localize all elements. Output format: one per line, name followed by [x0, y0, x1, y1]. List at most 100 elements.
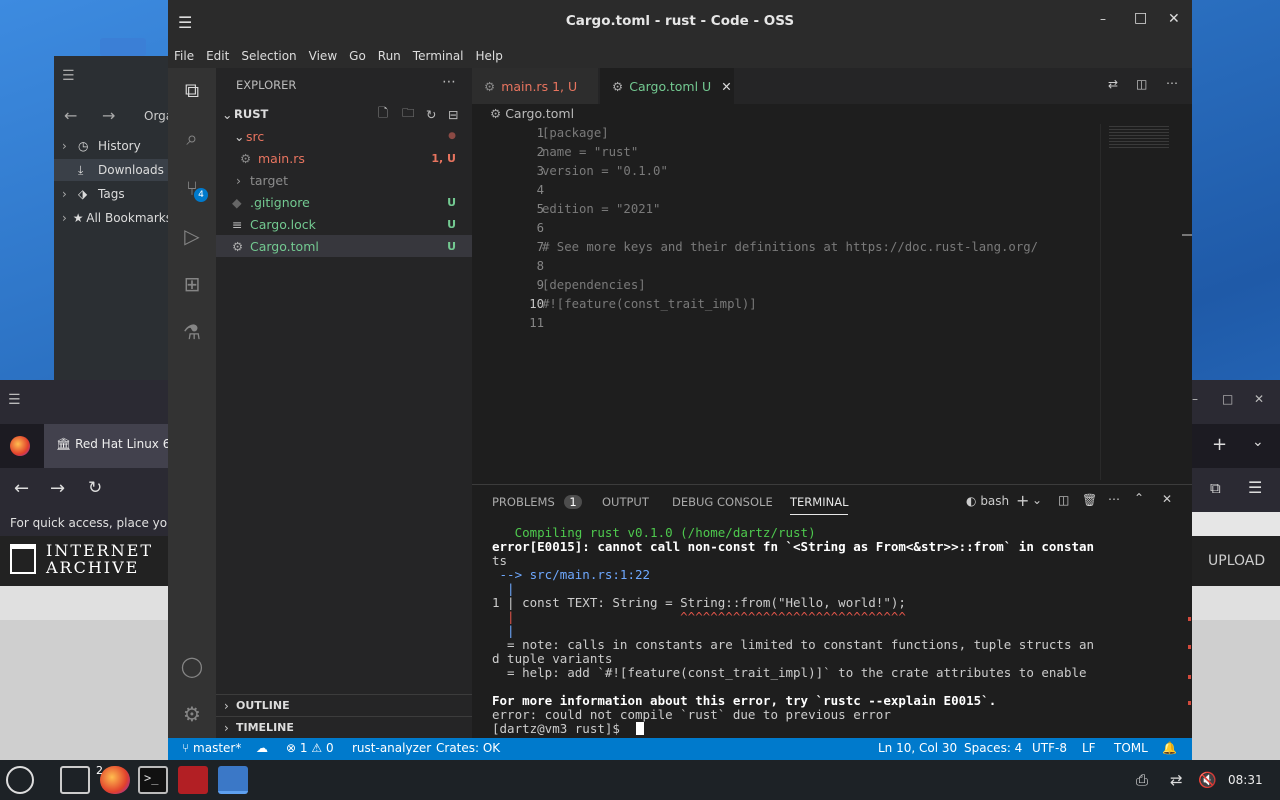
dolphin-task-icon[interactable]: [60, 766, 90, 794]
app-red-task-icon[interactable]: [178, 766, 208, 794]
explorer-icon[interactable]: ⧉: [180, 78, 204, 102]
gear-icon[interactable]: ⚙: [180, 702, 204, 726]
hamburger-menu-icon[interactable]: ☰: [1248, 478, 1262, 497]
terminal-line: --> src/main.rs:1:22: [492, 567, 651, 582]
cursor-position[interactable]: Ln 10, Col 30: [878, 741, 957, 755]
bell-icon[interactable]: 🔔: [1162, 741, 1177, 755]
close-tab-icon[interactable]: ✕: [721, 79, 731, 94]
hamburger-menu-icon[interactable]: ☰: [62, 68, 75, 84]
more-actions-icon[interactable]: ⋯: [442, 74, 456, 90]
menu-edit[interactable]: Edit: [206, 49, 229, 63]
more-actions-icon[interactable]: ⋯: [1166, 76, 1178, 90]
hamburger-menu-icon[interactable]: ☰: [8, 392, 21, 408]
desktop-folder-icon[interactable]: [100, 38, 146, 56]
back-arrow-icon[interactable]: ←: [64, 106, 77, 125]
run-debug-icon[interactable]: ▷: [180, 224, 204, 248]
chevron-down-icon[interactable]: ⌄: [1032, 493, 1042, 507]
chevron-down-icon[interactable]: ⌄: [1252, 434, 1264, 450]
tab-problems[interactable]: PROBLEMS 1: [492, 495, 582, 509]
maximize-icon[interactable]: □: [1222, 392, 1233, 406]
tree-item-cargo-lock[interactable]: ≡ Cargo.lock U: [216, 213, 472, 235]
forward-arrow-icon[interactable]: →: [102, 106, 115, 125]
timeline-section[interactable]: › TIMELINE: [216, 716, 472, 738]
places-item-history[interactable]: › ◷ History: [54, 135, 172, 157]
tab-main-rs[interactable]: ⚙ main.rs 1, U: [472, 68, 598, 104]
split-editor-icon[interactable]: ◫: [1136, 77, 1147, 91]
menu-file[interactable]: File: [174, 49, 194, 63]
search-icon[interactable]: ⌕: [180, 126, 204, 150]
extensions-icon[interactable]: ⊞: [180, 272, 204, 296]
places-item-tags[interactable]: › ⬗ Tags: [54, 183, 172, 205]
line-ending[interactable]: LF: [1082, 741, 1096, 755]
testing-flask-icon[interactable]: ⚗: [180, 320, 204, 344]
tab-terminal[interactable]: TERMINAL: [790, 495, 849, 515]
rust-analyzer-status[interactable]: rust-analyzer: [352, 741, 431, 755]
close-icon[interactable]: ✕: [1168, 11, 1180, 27]
menu-terminal[interactable]: Terminal: [413, 49, 464, 63]
maximize-icon[interactable]: □: [1134, 10, 1147, 26]
indentation[interactable]: Spaces: 4: [964, 741, 1022, 755]
maximize-panel-icon[interactable]: ⌃: [1134, 491, 1144, 505]
places-item-bookmarks[interactable]: › ★ All Bookmarks: [54, 207, 172, 229]
terminal-shell-selector[interactable]: ◐ bash: [966, 494, 1009, 508]
terminal-output[interactable]: Compiling rust v0.1.0 (/home/dartz/rust)…: [472, 525, 1178, 739]
terminal-scrollbar[interactable]: [1182, 525, 1192, 735]
new-file-icon[interactable]: 🗋: [378, 104, 388, 125]
refresh-icon[interactable]: ↻: [426, 107, 436, 122]
more-actions-icon[interactable]: ⋯: [1108, 492, 1120, 506]
menu-run[interactable]: Run: [378, 49, 401, 63]
menu-go[interactable]: Go: [349, 49, 366, 63]
volume-muted-icon[interactable]: 🔇: [1198, 771, 1217, 789]
trash-icon[interactable]: 🗑: [1082, 493, 1097, 507]
workspace-root[interactable]: ⌄ RUST 🗋 🗀 ↻ ⊟: [216, 103, 472, 125]
minimap[interactable]: [1100, 124, 1182, 480]
sync-icon[interactable]: ☁: [256, 741, 268, 755]
tab-cargo-toml[interactable]: ⚙ Cargo.toml U ✕: [600, 68, 734, 104]
network-icon[interactable]: ⇄: [1170, 771, 1183, 789]
vscode-task-icon[interactable]: [218, 766, 248, 794]
outline-section[interactable]: › OUTLINE: [216, 694, 472, 716]
back-arrow-icon[interactable]: ←: [14, 478, 29, 499]
account-icon[interactable]: ◯: [180, 654, 204, 678]
problems-status[interactable]: ⊗ 1 ⚠ 0: [286, 741, 334, 755]
app-launcher-icon[interactable]: [6, 766, 34, 794]
code-editor[interactable]: 1 [package] 2 name = "rust" 3 version = "0.1.…: [472, 126, 1102, 476]
close-panel-icon[interactable]: ✕: [1162, 492, 1172, 506]
tree-item-src[interactable]: ⌄ src ●: [216, 125, 472, 147]
extensions-icon[interactable]: ⧉: [1210, 479, 1221, 497]
terminal-task-icon[interactable]: >_: [138, 766, 168, 794]
menu-help[interactable]: Help: [476, 49, 503, 63]
tab-output[interactable]: OUTPUT: [602, 495, 649, 509]
new-terminal-icon[interactable]: +: [1016, 491, 1029, 510]
reload-icon[interactable]: ↻: [88, 478, 102, 498]
new-tab-icon[interactable]: +: [1212, 434, 1227, 455]
upload-link[interactable]: UPLOAD: [1208, 553, 1265, 569]
tree-item-gitignore[interactable]: ◆ .gitignore U: [216, 191, 472, 213]
new-folder-icon[interactable]: 🗀: [402, 104, 415, 125]
crates-status[interactable]: Crates: OK: [436, 741, 500, 755]
browser-tab[interactable]: 🏛 Red Hat Linux 6.1: [44, 424, 170, 468]
scrollbar-thumb[interactable]: [1182, 234, 1192, 236]
language-mode[interactable]: TOML: [1114, 741, 1148, 755]
collapse-all-icon[interactable]: ⊟: [448, 107, 458, 122]
close-icon[interactable]: ✕: [1254, 392, 1264, 406]
tree-item-main-rs[interactable]: ⚙ main.rs 1, U: [216, 147, 472, 169]
tree-item-cargo-toml[interactable]: ⚙ Cargo.toml U: [216, 235, 472, 257]
menu-selection[interactable]: Selection: [241, 49, 296, 63]
printer-icon[interactable]: ⎙: [1136, 771, 1148, 789]
encoding[interactable]: UTF-8: [1032, 741, 1067, 755]
breadcrumb[interactable]: ⚙ Cargo.toml: [490, 106, 574, 121]
forward-arrow-icon[interactable]: →: [50, 478, 65, 499]
minimize-icon[interactable]: –: [1192, 392, 1198, 406]
places-item-downloads[interactable]: ⤓ Downloads: [54, 159, 172, 181]
git-branch[interactable]: ⑂ master*: [182, 741, 241, 755]
tab-debug-console[interactable]: DEBUG CONSOLE: [672, 495, 773, 509]
minimize-icon[interactable]: –: [1100, 12, 1106, 26]
open-changes-icon[interactable]: ⇄: [1108, 77, 1118, 91]
tree-item-target[interactable]: › target: [216, 169, 472, 191]
menu-view[interactable]: View: [309, 49, 337, 63]
split-terminal-icon[interactable]: ◫: [1058, 493, 1069, 507]
firefox-task-icon[interactable]: [100, 766, 130, 794]
clock[interactable]: 08:31: [1228, 773, 1263, 787]
internet-archive-logo[interactable]: INTERNET ARCHIVE: [46, 542, 153, 576]
